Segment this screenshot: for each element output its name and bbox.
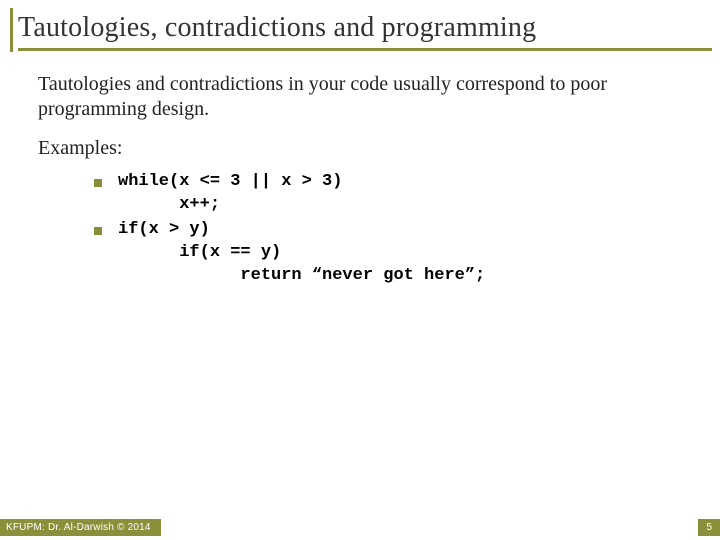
- slide-body: Tautologies and contradictions in your c…: [38, 72, 692, 290]
- title-bar: Tautologies, contradictions and programm…: [18, 12, 712, 51]
- square-bullet-icon: [94, 227, 102, 235]
- square-bullet-icon: [94, 179, 102, 187]
- examples-label: Examples:: [38, 136, 692, 161]
- intro-paragraph: Tautologies and contradictions in your c…: [38, 72, 692, 122]
- footer-author: KFUPM: Dr. Al-Darwish © 2014: [0, 519, 161, 536]
- list-item: if(x > y) if(x == y) return “never got h…: [94, 219, 692, 288]
- title-left-accent: [10, 8, 13, 52]
- code-block: while(x <= 3 || x > 3) x++;: [118, 171, 342, 217]
- title-underline: [18, 48, 712, 51]
- list-item: while(x <= 3 || x > 3) x++;: [94, 171, 692, 217]
- code-block: if(x > y) if(x == y) return “never got h…: [118, 219, 485, 288]
- slide-title: Tautologies, contradictions and programm…: [18, 12, 712, 48]
- slide-number: 5: [698, 519, 720, 536]
- bullet-list: while(x <= 3 || x > 3) x++; if(x > y) if…: [94, 171, 692, 288]
- slide: Tautologies, contradictions and programm…: [0, 0, 720, 540]
